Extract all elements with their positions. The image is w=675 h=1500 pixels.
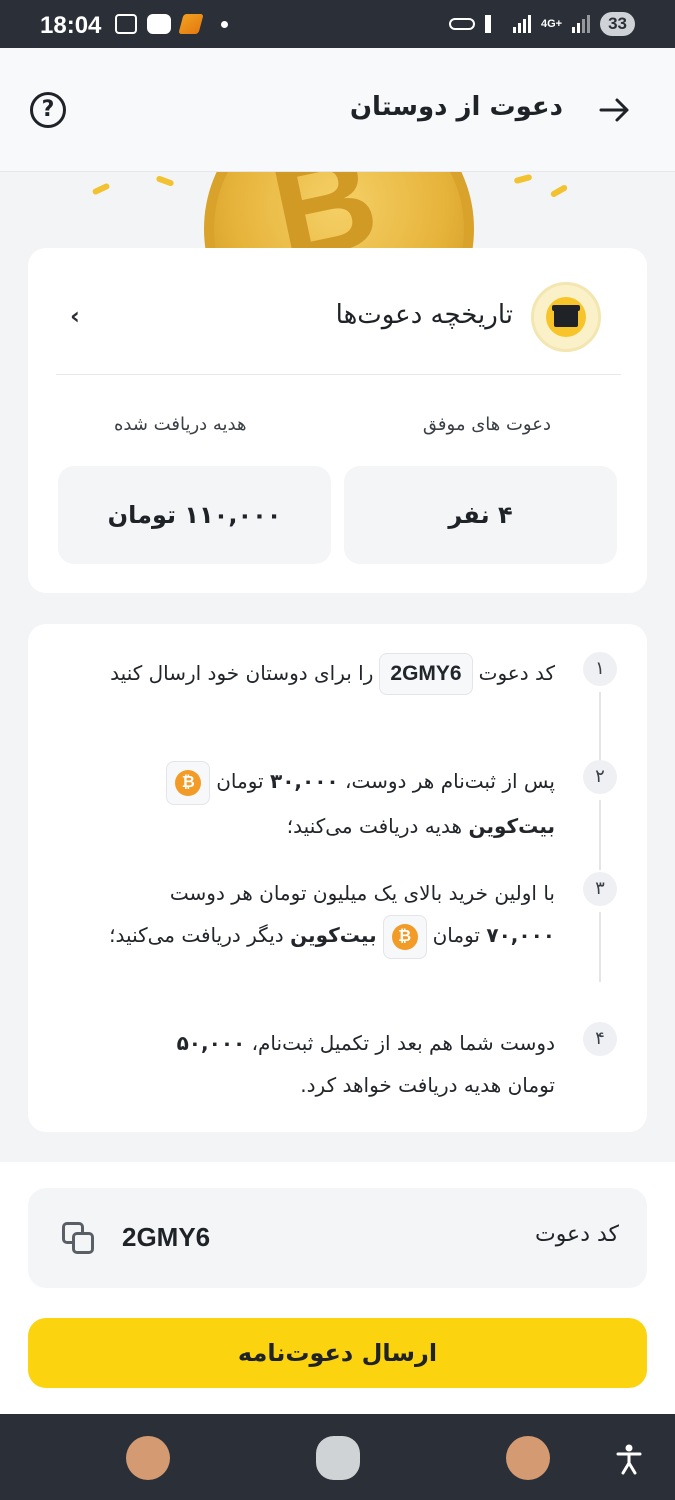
app-notification-icon bbox=[178, 14, 204, 34]
app-header: ? دعوت از دوستان bbox=[0, 48, 675, 172]
vpn-key-icon bbox=[448, 18, 475, 30]
page-title: دعوت از دوستان bbox=[349, 92, 563, 122]
invite-history-card: تاریخچه دعوت‌ها ‹ دعوت های موفق هدیه دری… bbox=[28, 248, 647, 593]
question-circle-icon[interactable]: ? bbox=[30, 92, 66, 128]
step-4: ۴ دوست شما هم بعد از تکمیل ثبت‌نام، ۵۰,۰… bbox=[57, 1022, 617, 1112]
invite-code-chip: 2GMY6 bbox=[379, 653, 473, 695]
step-number: ۴ bbox=[583, 1022, 617, 1056]
received-gift-label: هدیه دریافت شده bbox=[114, 414, 247, 435]
received-gift-value: ۱۱۰,۰۰۰ تومان bbox=[58, 466, 331, 564]
invite-code-box: کد دعوت 2GMY6 bbox=[28, 1188, 647, 1288]
chevron-left-icon[interactable]: ‹ bbox=[70, 304, 86, 328]
mute-icon bbox=[484, 15, 503, 33]
arrow-right-icon[interactable] bbox=[597, 92, 633, 128]
calendar-icon bbox=[147, 14, 171, 34]
signal-icon bbox=[512, 15, 531, 33]
successful-invites-label: دعوت های موفق bbox=[422, 414, 551, 435]
sticker-shortcut-icon-2[interactable] bbox=[506, 1436, 550, 1480]
network-type: 4G+ bbox=[540, 17, 563, 30]
bitcoin-icon: ₿ bbox=[166, 760, 211, 805]
sticker-shortcut-icon[interactable] bbox=[126, 1436, 170, 1480]
step-3: ۳ با اولین خرید بالای یک میلیون تومان هر… bbox=[57, 872, 617, 1002]
step-number: ۱ bbox=[583, 652, 617, 686]
system-nav-bar bbox=[0, 1414, 675, 1500]
invite-code-label: کد دعوت bbox=[534, 1222, 619, 1247]
divider bbox=[56, 374, 621, 375]
bitcoin-icon: ₿ bbox=[382, 914, 427, 959]
status-time: 18:04 bbox=[40, 12, 102, 39]
battery-indicator: 33 bbox=[600, 12, 635, 36]
accessibility-icon[interactable] bbox=[612, 1442, 646, 1476]
step-number: ۲ bbox=[583, 760, 617, 794]
send-invitation-button[interactable]: ارسال دعوت‌نامه bbox=[28, 1318, 647, 1388]
signal-icon-2 bbox=[572, 15, 591, 33]
bitcoin-coin-banner: B bbox=[0, 172, 675, 252]
step-1: ۱ کد دعوت2GMY6را برای دوستان خود ارسال ک… bbox=[57, 652, 617, 782]
how-it-works-card: ۱ کد دعوت2GMY6را برای دوستان خود ارسال ک… bbox=[28, 624, 647, 1132]
invite-history-link[interactable]: تاریخچه دعوت‌ها bbox=[336, 300, 513, 330]
copy-icon[interactable] bbox=[62, 1222, 96, 1256]
gift-icon bbox=[531, 282, 601, 352]
successful-invites-value: ۴ نفر bbox=[344, 466, 617, 564]
invite-code-value: 2GMY6 bbox=[122, 1222, 211, 1252]
status-bar: 18:04 4G+ 33 bbox=[0, 0, 675, 48]
step-2: ۲ پس از ثبت‌نام هر دوست، ۳۰,۰۰۰ تومان ₿ بی… bbox=[57, 760, 617, 870]
step-number: ۳ bbox=[583, 872, 617, 906]
bottom-action-area: کد دعوت 2GMY6 ارسال دعوت‌نامه bbox=[0, 1162, 675, 1414]
bitcoin-coin-icon: B bbox=[204, 172, 474, 252]
screenshot-icon bbox=[115, 14, 137, 34]
bear-sticker-icon[interactable] bbox=[316, 1436, 360, 1480]
more-notifications-icon bbox=[221, 20, 228, 28]
